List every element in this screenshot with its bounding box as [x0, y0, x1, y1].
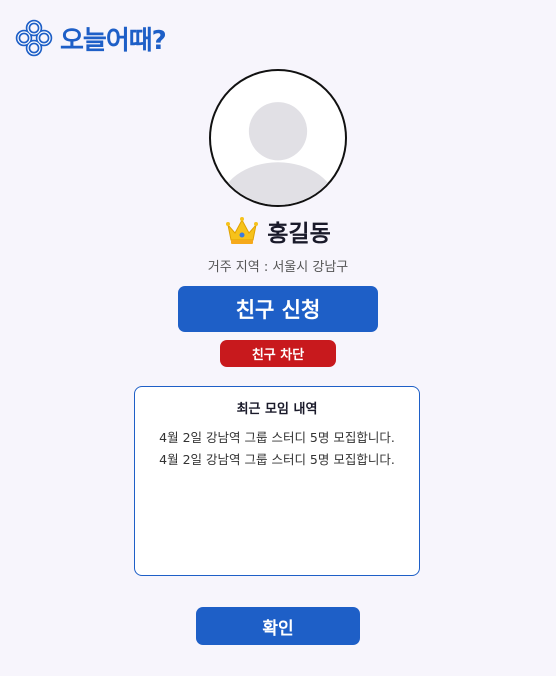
brand-name: 오늘어때?: [60, 25, 167, 56]
confirm-button[interactable]: 확인: [196, 607, 360, 645]
profile-name: 홍길동: [267, 221, 331, 247]
recent-meetings-title: 최근 모임 내역: [236, 402, 318, 417]
recent-meetings-panel: 최근 모임 내역 4월 2일 강남역 그룹 스터디 5명 모집합니다. 4월 2…: [134, 386, 420, 576]
profile-name-row: 홍길동: [0, 214, 556, 248]
profile-region: 거주 지역 : 서울시 강남구: [207, 260, 349, 275]
recent-meetings-list: 4월 2일 강남역 그룹 스터디 5명 모집합니다. 4월 2일 강남역 그룹 …: [135, 427, 419, 471]
list-item[interactable]: 4월 2일 강남역 그룹 스터디 5명 모집합니다.: [135, 449, 419, 471]
brand-logo[interactable]: 오늘어때?: [14, 18, 167, 58]
default-user-icon: [219, 102, 337, 205]
avatar: [209, 69, 347, 207]
list-item[interactable]: 4월 2일 강남역 그룹 스터디 5명 모집합니다.: [135, 427, 419, 449]
block-friend-button[interactable]: 친구 차단: [220, 340, 336, 367]
crown-icon: [226, 217, 259, 244]
knot-logo-icon: [15, 19, 53, 57]
friend-request-button[interactable]: 친구 신청: [178, 286, 378, 332]
